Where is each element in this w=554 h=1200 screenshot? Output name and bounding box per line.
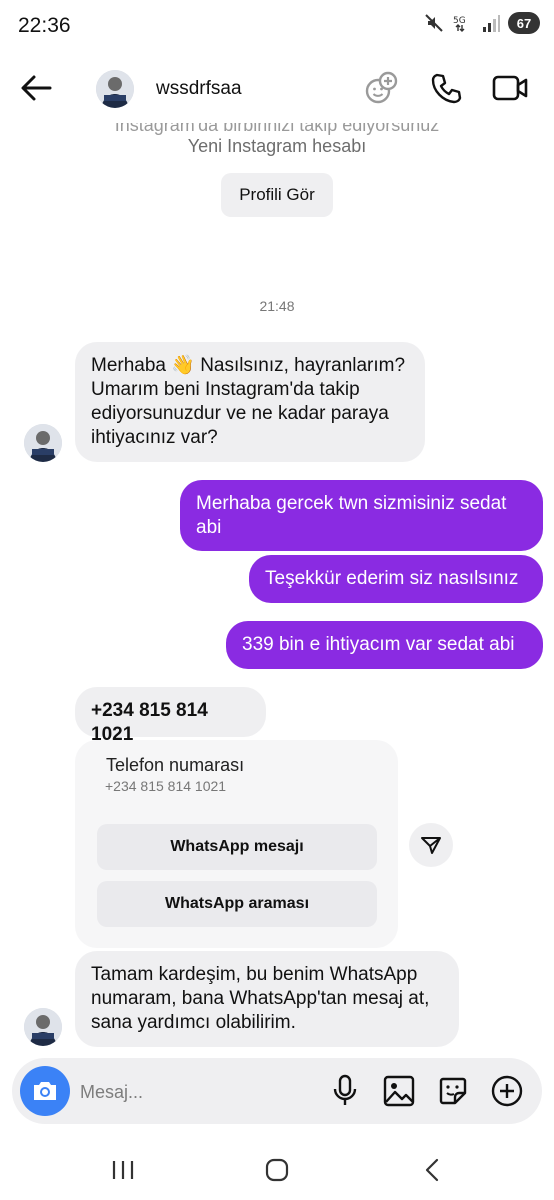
mic-icon [333, 1074, 357, 1105]
message-input[interactable] [80, 1080, 300, 1104]
home-nav-button[interactable] [257, 1152, 297, 1188]
effects-button[interactable] [361, 68, 401, 108]
account-info: Yeni Instagram hesabı [187, 136, 367, 156]
plus-icon [491, 1075, 523, 1107]
home-icon [265, 1158, 289, 1182]
phone-number-message[interactable]: +234 815 814 1021 [75, 687, 266, 745]
camera-icon [34, 1082, 56, 1100]
header-username[interactable]: wssdrfsaa [156, 78, 242, 100]
incoming-message[interactable]: Tamam kardeşim, bu benim WhatsApp numara… [75, 951, 459, 1047]
effects-icon [365, 71, 398, 104]
video-call-button[interactable] [490, 68, 530, 108]
sticker-icon [439, 1077, 467, 1105]
share-button[interactable] [409, 823, 453, 867]
sender-avatar[interactable] [24, 1008, 62, 1046]
back-nav-button[interactable] [412, 1152, 452, 1188]
status-icons: 5G 67 [424, 12, 540, 34]
header-avatar[interactable] [96, 70, 134, 108]
recents-icon [112, 1161, 134, 1179]
signal-icon [483, 15, 500, 32]
back-button[interactable] [18, 70, 58, 106]
voice-message-button[interactable] [327, 1072, 363, 1110]
message-timestamp: 21:48 [259, 298, 295, 314]
outgoing-message[interactable]: Merhaba gercek twn sizmisiniz sedat abi [180, 480, 543, 551]
sender-avatar[interactable] [24, 424, 62, 462]
svg-text:5G: 5G [453, 16, 466, 26]
contact-card-title: Telefon numarası [106, 755, 245, 775]
gallery-icon [383, 1075, 415, 1107]
camera-button[interactable] [20, 1066, 70, 1116]
status-time: 22:36 [18, 14, 71, 37]
contact-card-number: +234 815 814 1021 [105, 778, 227, 794]
incoming-message[interactable]: Merhaba 👋 Nasılsınız, hayranlarım? Umarı… [75, 342, 425, 462]
back-arrow-icon [21, 75, 52, 101]
battery-indicator: 67 [508, 12, 540, 34]
back-nav-icon [425, 1158, 439, 1182]
phone-icon [431, 73, 462, 104]
gallery-button[interactable] [381, 1072, 417, 1110]
video-icon [492, 75, 528, 101]
whatsapp-message-button[interactable]: WhatsApp mesajı [97, 824, 377, 870]
follow-info: Instagram'da birbirinizi takip ediyorsun… [114, 115, 440, 135]
more-button[interactable] [489, 1072, 525, 1110]
voice-call-button[interactable] [426, 68, 466, 108]
view-profile-button[interactable]: Profili Gör [221, 173, 333, 217]
whatsapp-call-button[interactable]: WhatsApp araması [97, 881, 377, 927]
recents-nav-button[interactable] [103, 1152, 143, 1188]
outgoing-message[interactable]: 339 bin e ihtiyacım var sedat abi [226, 621, 543, 669]
sticker-button[interactable] [435, 1072, 471, 1110]
network-5g-icon: 5G [453, 16, 466, 32]
share-icon [421, 837, 441, 854]
mute-icon [425, 14, 443, 32]
outgoing-message[interactable]: Teşekkür ederim siz nasılsınız [249, 555, 543, 603]
